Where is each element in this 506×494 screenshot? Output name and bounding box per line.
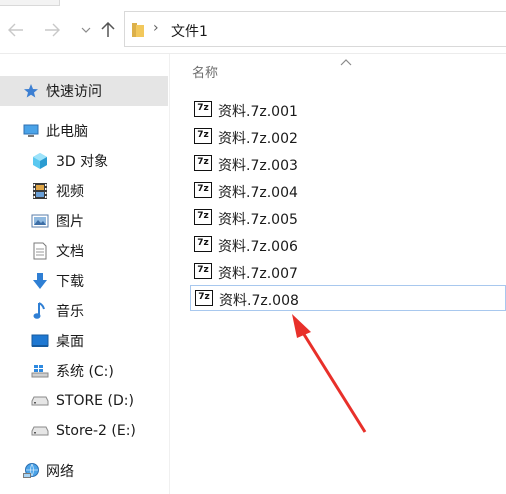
- tab-strip: [0, 0, 506, 8]
- sidebar-item-label: 音乐: [56, 304, 84, 320]
- sidebar-item-label: 此电脑: [46, 124, 88, 140]
- archive-7z-icon: 7z: [194, 263, 212, 279]
- sidebar-item-drive-e[interactable]: Store-2 (E:): [0, 416, 168, 446]
- arrow-right-icon[interactable]: [40, 18, 64, 42]
- archive-7z-icon: 7z: [194, 128, 212, 144]
- file-name: 资料.7z.007: [218, 266, 298, 282]
- archive-7z-icon: 7z: [194, 182, 212, 198]
- music-icon: [31, 302, 49, 320]
- list-item[interactable]: 7z 资料.7z.005: [190, 205, 506, 231]
- file-name: 资料.7z.006: [218, 239, 298, 255]
- sidebar-item-this-pc[interactable]: 此电脑: [0, 116, 168, 146]
- list-item[interactable]: 7z 资料.7z.006: [190, 232, 506, 258]
- address-bar[interactable]: › 文件1: [124, 11, 506, 47]
- archive-7z-icon: 7z: [194, 236, 212, 252]
- window-tab[interactable]: [0, 0, 60, 6]
- sidebar-item-label: 系统 (C:): [56, 364, 114, 380]
- sidebar-item-documents[interactable]: 文档: [0, 236, 168, 266]
- list-item[interactable]: 7z 资料.7z.004: [190, 178, 506, 204]
- file-name: 资料.7z.008: [219, 293, 299, 309]
- sidebar-item-label: 视频: [56, 184, 84, 200]
- drive-icon: [31, 392, 49, 410]
- sidebar-item-label: 下载: [56, 274, 84, 290]
- sidebar-item-label: 桌面: [56, 334, 84, 350]
- sidebar-item-desktop[interactable]: 桌面: [0, 326, 168, 356]
- sidebar-item-label: 3D 对象: [56, 154, 109, 170]
- sidebar-item-drive-d[interactable]: STORE (D:): [0, 386, 168, 416]
- sidebar-item-label: 图片: [56, 214, 84, 230]
- navigation-bar: › 文件1: [0, 8, 506, 54]
- folder-icon: [132, 23, 144, 37]
- sidebar-item-quick-access[interactable]: 快速访问: [0, 76, 168, 106]
- download-icon: [31, 272, 49, 290]
- sort-ascending-icon[interactable]: [340, 56, 352, 69]
- archive-7z-icon: 7z: [194, 209, 212, 225]
- arrow-up-icon[interactable]: [96, 18, 120, 42]
- navigation-pane: 快速访问 此电脑 3D 对象 视频 图片 文档 下载 音乐 桌面 系统 (C:)…: [0, 54, 170, 494]
- archive-7z-icon: 7z: [195, 290, 213, 306]
- sidebar-item-downloads[interactable]: 下载: [0, 266, 168, 296]
- picture-icon: [31, 212, 49, 230]
- address-path[interactable]: 文件1: [171, 21, 208, 41]
- sidebar-item-music[interactable]: 音乐: [0, 296, 168, 326]
- list-item[interactable]: 7z 资料.7z.003: [190, 151, 506, 177]
- sidebar-item-drive-c[interactable]: 系统 (C:): [0, 356, 168, 386]
- file-name: 资料.7z.001: [218, 104, 298, 120]
- sidebar-item-label: 快速访问: [46, 84, 102, 100]
- video-icon: [31, 182, 49, 200]
- cube-3d-icon: [31, 152, 49, 170]
- sidebar-item-label: 文档: [56, 244, 84, 260]
- desktop-icon: [31, 332, 49, 350]
- column-header-name[interactable]: 名称: [192, 62, 218, 81]
- sidebar-item-label: STORE (D:): [56, 393, 134, 409]
- list-item[interactable]: 7z 资料.7z.001: [190, 97, 506, 123]
- sidebar-item-pictures[interactable]: 图片: [0, 206, 168, 236]
- star-icon: [22, 82, 40, 100]
- windows-drive-icon: [31, 362, 49, 380]
- file-name: 资料.7z.005: [218, 212, 298, 228]
- document-icon: [31, 242, 49, 260]
- network-icon: [22, 462, 40, 480]
- file-name: 资料.7z.003: [218, 158, 298, 174]
- drive-icon: [31, 422, 49, 440]
- sidebar-item-videos[interactable]: 视频: [0, 176, 168, 206]
- sidebar-item-label: Store-2 (E:): [56, 423, 136, 439]
- arrow-left-icon[interactable]: [4, 18, 28, 42]
- sidebar-item-label: 网络: [46, 464, 74, 480]
- sidebar-item-3d-objects[interactable]: 3D 对象: [0, 146, 168, 176]
- chevron-down-icon[interactable]: [74, 18, 98, 42]
- archive-7z-icon: 7z: [194, 101, 212, 117]
- file-name: 资料.7z.004: [218, 185, 298, 201]
- sidebar-item-network[interactable]: 网络: [0, 456, 168, 486]
- list-item[interactable]: 7z 资料.7z.007: [190, 259, 506, 285]
- chevron-right-icon[interactable]: ›: [153, 20, 159, 36]
- list-item[interactable]: 7z 资料.7z.002: [190, 124, 506, 150]
- archive-7z-icon: 7z: [194, 155, 212, 171]
- list-item-selected[interactable]: 7z 资料.7z.008: [190, 285, 506, 311]
- file-list: 名称 7z 资料.7z.001 7z 资料.7z.002 7z 资料.7z.00…: [170, 54, 506, 494]
- computer-icon: [22, 122, 40, 140]
- file-name: 资料.7z.002: [218, 131, 298, 147]
